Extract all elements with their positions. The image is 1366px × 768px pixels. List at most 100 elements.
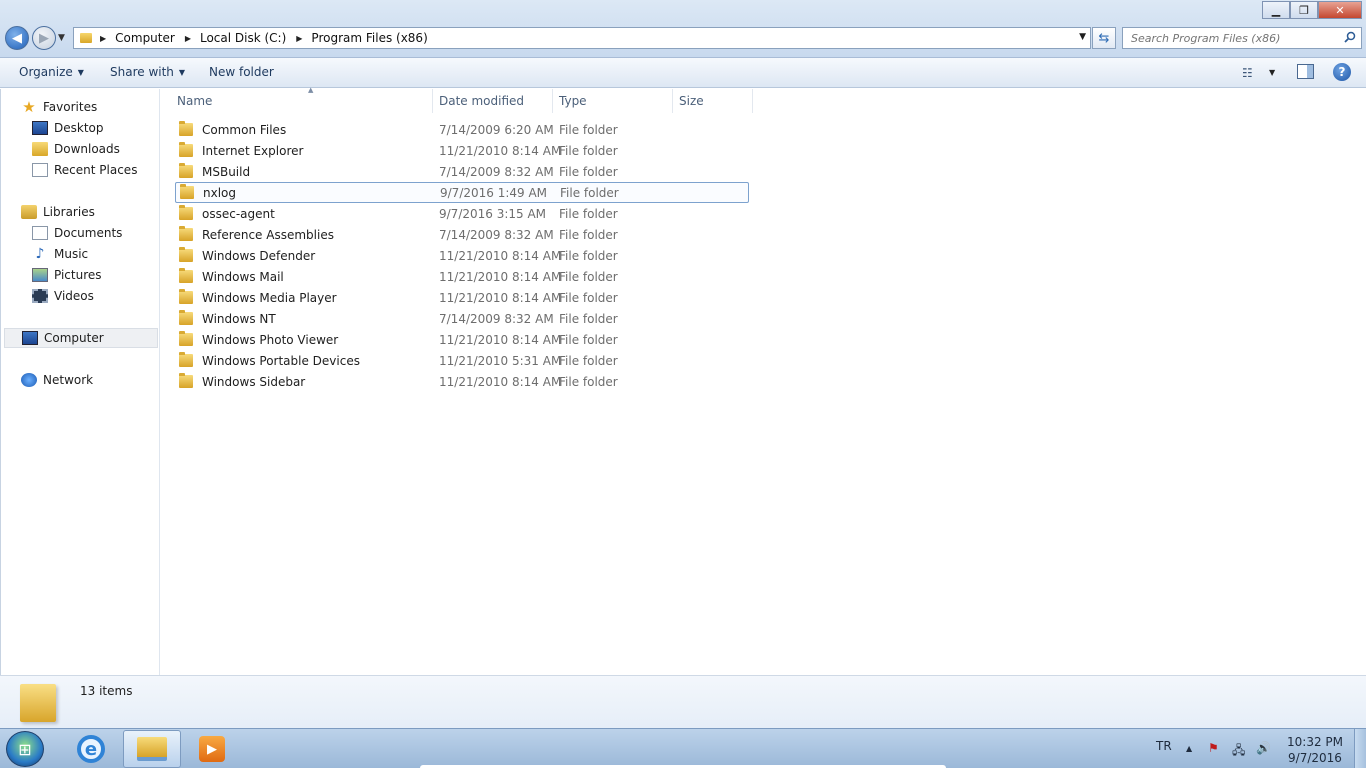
nav-favorites[interactable]: ★ Favorites bbox=[21, 97, 97, 117]
item-count: 13 items bbox=[80, 684, 133, 698]
file-row[interactable]: Windows Media Player 11/21/2010 8:14 AM Fi… bbox=[175, 287, 749, 308]
breadcrumb-program-files-x86[interactable]: ▶ Program Files (x86) bbox=[296, 31, 437, 45]
file-row[interactable]: Common Files 7/14/2009 6:20 AM File folder bbox=[175, 119, 749, 140]
folder-icon bbox=[20, 684, 56, 722]
search-box[interactable] bbox=[1122, 27, 1362, 49]
address-bar[interactable]: ▶ Computer ▶ Local Disk (C:) ▶ Program File… bbox=[73, 27, 1091, 49]
show-desktop-button[interactable] bbox=[1354, 729, 1366, 768]
file-row[interactable]: MSBuild 7/14/2009 8:32 AM File folder bbox=[175, 161, 749, 182]
column-header-name[interactable]: Name ▲ bbox=[171, 86, 433, 113]
caret-down-icon[interactable]: ▼ bbox=[78, 68, 84, 77]
close-button[interactable]: ✕ bbox=[1318, 1, 1362, 19]
show-hidden-icons-button[interactable]: ▲ bbox=[1186, 744, 1192, 753]
folder-icon bbox=[80, 33, 92, 43]
back-button[interactable]: ◀ bbox=[5, 26, 29, 50]
sort-ascending-icon: ▲ bbox=[308, 86, 314, 94]
file-row[interactable]: Windows Photo Viewer 11/21/2010 8:14 AM Fi… bbox=[175, 329, 749, 350]
nav-computer[interactable]: Computer bbox=[4, 328, 158, 348]
folder-icon bbox=[179, 226, 193, 241]
start-button[interactable]: ⊞ bbox=[6, 731, 44, 767]
file-row[interactable]: Reference Assemblies 7/14/2009 8:32 AM Fil… bbox=[175, 224, 749, 245]
column-header-size[interactable]: Size bbox=[673, 89, 753, 113]
network-status-icon[interactable]: 🖧 bbox=[1232, 741, 1245, 762]
folder-icon bbox=[179, 268, 193, 283]
breadcrumb-computer[interactable]: ▶ Computer bbox=[100, 31, 185, 45]
forward-arrow-icon: ▶ bbox=[39, 30, 49, 46]
details-pane: 13 items bbox=[0, 675, 1366, 728]
refresh-button[interactable]: ⇆ bbox=[1092, 27, 1116, 49]
folder-icon bbox=[179, 331, 193, 346]
folder-icon bbox=[179, 205, 193, 220]
breadcrumb-local-disk[interactable]: ▶ Local Disk (C:) bbox=[185, 31, 296, 45]
recent-places-icon bbox=[32, 163, 48, 177]
file-row-focused[interactable]: nxlog 9/7/2016 1:49 AM File folder bbox=[175, 182, 749, 203]
window-controls: ▁ ❐ ✕ bbox=[1262, 1, 1362, 19]
file-row[interactable]: Windows Sidebar 11/21/2010 8:14 AM File fo… bbox=[175, 371, 749, 392]
file-row[interactable]: Windows Mail 11/21/2010 8:14 AM File folde… bbox=[175, 266, 749, 287]
search-input[interactable] bbox=[1123, 28, 1333, 48]
forward-button[interactable]: ▶ bbox=[32, 26, 56, 50]
column-header-type[interactable]: Type bbox=[553, 89, 673, 113]
folder-icon bbox=[179, 352, 193, 367]
folder-icon bbox=[179, 247, 193, 262]
search-icon[interactable] bbox=[1344, 31, 1356, 43]
view-options-dropdown[interactable]: ▼ bbox=[1269, 68, 1275, 77]
nav-music[interactable]: ♪ Music bbox=[32, 244, 89, 264]
command-bar: Organize ▼ Share with ▼ New folder ☷ ▼ ? bbox=[0, 58, 1366, 88]
windows-explorer-icon bbox=[137, 737, 167, 761]
folder-icon bbox=[179, 310, 193, 325]
help-icon[interactable]: ? bbox=[1333, 63, 1351, 81]
clock-time[interactable]: 10:32 PM bbox=[1282, 734, 1348, 750]
navigation-pane: ★ Favorites Desktop Downloads Recent Plac… bbox=[0, 89, 160, 675]
nav-downloads[interactable]: Downloads bbox=[32, 139, 120, 159]
file-row[interactable]: Windows NT 7/14/2009 8:32 AM File folder bbox=[175, 308, 749, 329]
chevron-right-icon[interactable]: ▶ bbox=[296, 34, 302, 43]
preview-pane-icon[interactable] bbox=[1297, 64, 1314, 79]
nav-libraries[interactable]: Libraries bbox=[21, 202, 95, 222]
file-list: Name ▲ Date modified Type Size Common Fil… bbox=[161, 86, 1366, 675]
pictures-icon bbox=[32, 268, 48, 282]
windows-logo-icon: ⊞ bbox=[18, 739, 32, 759]
desktop-icon bbox=[32, 121, 48, 135]
address-history-dropdown[interactable]: ▼ bbox=[1079, 32, 1086, 42]
refresh-icon: ⇆ bbox=[1098, 30, 1110, 46]
recent-pages-dropdown[interactable]: ▼ bbox=[58, 33, 65, 43]
new-folder-button[interactable]: New folder bbox=[209, 65, 274, 79]
taskbar-internet-explorer[interactable]: e bbox=[62, 730, 120, 768]
column-header-date-modified[interactable]: Date modified bbox=[433, 89, 553, 113]
nav-recent-places[interactable]: Recent Places bbox=[32, 160, 137, 180]
change-view-icon[interactable]: ☷ bbox=[1242, 66, 1253, 80]
libraries-icon bbox=[21, 205, 37, 219]
maximize-button[interactable]: ❐ bbox=[1290, 1, 1318, 19]
music-note-icon: ♪ bbox=[35, 246, 45, 262]
file-row[interactable]: Windows Defender 11/21/2010 8:14 AM File f… bbox=[175, 245, 749, 266]
language-indicator[interactable]: TR bbox=[1156, 739, 1172, 753]
taskbar-media-player[interactable]: ▶ bbox=[183, 730, 241, 768]
volume-icon[interactable]: 🔊 bbox=[1256, 741, 1271, 755]
file-row[interactable]: ossec-agent 9/7/2016 3:15 AM File folder bbox=[175, 203, 749, 224]
folder-icon bbox=[179, 142, 193, 157]
minimize-button[interactable]: ▁ bbox=[1262, 1, 1290, 19]
clock-date[interactable]: 9/7/2016 bbox=[1282, 750, 1348, 766]
nav-documents[interactable]: Documents bbox=[32, 223, 122, 243]
back-arrow-icon: ◀ bbox=[12, 30, 22, 46]
chevron-right-icon[interactable]: ▶ bbox=[185, 34, 191, 43]
computer-icon bbox=[22, 331, 38, 345]
chevron-right-icon[interactable]: ▶ bbox=[100, 34, 106, 43]
organize-button[interactable]: Organize ▼ bbox=[19, 65, 84, 79]
nav-desktop[interactable]: Desktop bbox=[32, 118, 104, 138]
nav-network[interactable]: Network bbox=[21, 370, 93, 390]
taskbar-windows-explorer[interactable] bbox=[123, 730, 181, 768]
downloads-folder-icon bbox=[32, 142, 48, 156]
file-row[interactable]: Internet Explorer 11/21/2010 8:14 AM File … bbox=[175, 140, 749, 161]
file-row[interactable]: Windows Portable Devices 11/21/2010 5:31 … bbox=[175, 350, 749, 371]
action-center-flag-icon[interactable]: ⚑ bbox=[1208, 741, 1219, 755]
caret-down-icon[interactable]: ▼ bbox=[179, 68, 185, 77]
folder-icon bbox=[179, 121, 193, 136]
nav-videos[interactable]: Videos bbox=[32, 286, 94, 306]
system-clock[interactable]: 10:32 PM 9/7/2016 bbox=[1282, 734, 1348, 766]
share-with-button[interactable]: Share with ▼ bbox=[110, 65, 185, 79]
internet-explorer-icon: e bbox=[77, 735, 105, 763]
folder-icon bbox=[179, 289, 193, 304]
nav-pictures[interactable]: Pictures bbox=[32, 265, 102, 285]
